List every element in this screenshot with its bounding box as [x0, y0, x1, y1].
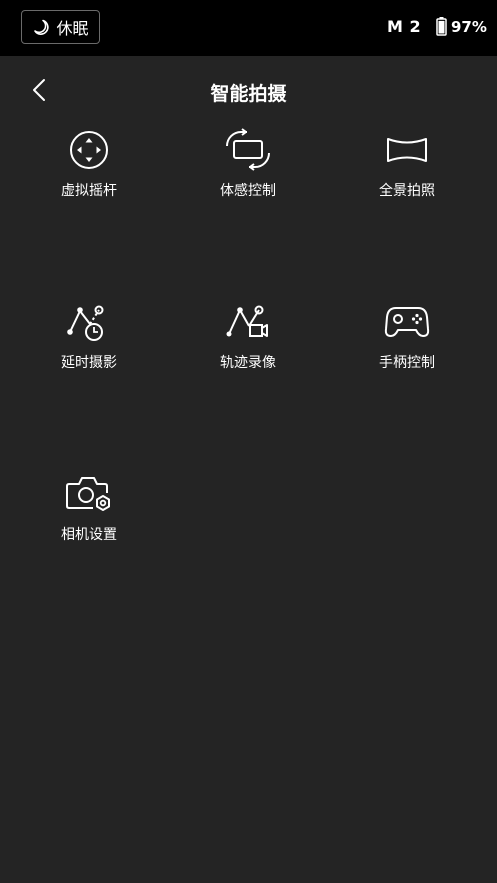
timelapse-icon [67, 300, 111, 344]
panorama-icon [385, 128, 429, 172]
feature-label: 相机设置 [61, 527, 117, 543]
feature-virtual-joystick[interactable]: 虚拟摇杆 [29, 128, 149, 248]
feature-camera-settings[interactable]: 相机设置 [29, 472, 149, 592]
camera-settings-icon [66, 472, 111, 516]
device-name: M 2 [387, 17, 422, 36]
moon-icon [32, 18, 50, 36]
feature-panorama[interactable]: 全景拍照 [347, 128, 467, 248]
feature-label: 全景拍照 [379, 183, 435, 199]
battery-percent: 97% [451, 17, 487, 36]
feature-label: 轨迹录像 [220, 355, 276, 371]
battery-fill [438, 20, 445, 34]
virtual-joystick-icon [67, 128, 111, 172]
feature-gamepad-control[interactable]: 手柄控制 [347, 300, 467, 420]
gamepad-icon [384, 300, 430, 344]
feature-timelapse[interactable]: 延时摄影 [29, 300, 149, 420]
battery-status: 97% [436, 17, 487, 36]
battery-icon [436, 17, 447, 36]
feature-label: 虚拟摇杆 [61, 183, 117, 199]
trajectory-recording-icon [226, 300, 270, 344]
page-title: 智能拍摄 [210, 83, 287, 105]
feature-label: 延时摄影 [61, 355, 117, 371]
page-header: 智能拍摄 [0, 56, 497, 128]
motion-control-icon [226, 128, 270, 172]
sleep-button[interactable]: 休眠 [21, 10, 100, 44]
status-bar: 休眠 M 2 97% [0, 0, 497, 56]
feature-trajectory-recording[interactable]: 轨迹录像 [188, 300, 308, 420]
feature-label: 手柄控制 [379, 355, 435, 371]
feature-motion-control[interactable]: 体感控制 [188, 128, 308, 248]
feature-label: 体感控制 [220, 183, 276, 199]
sleep-label: 休眠 [56, 19, 89, 38]
